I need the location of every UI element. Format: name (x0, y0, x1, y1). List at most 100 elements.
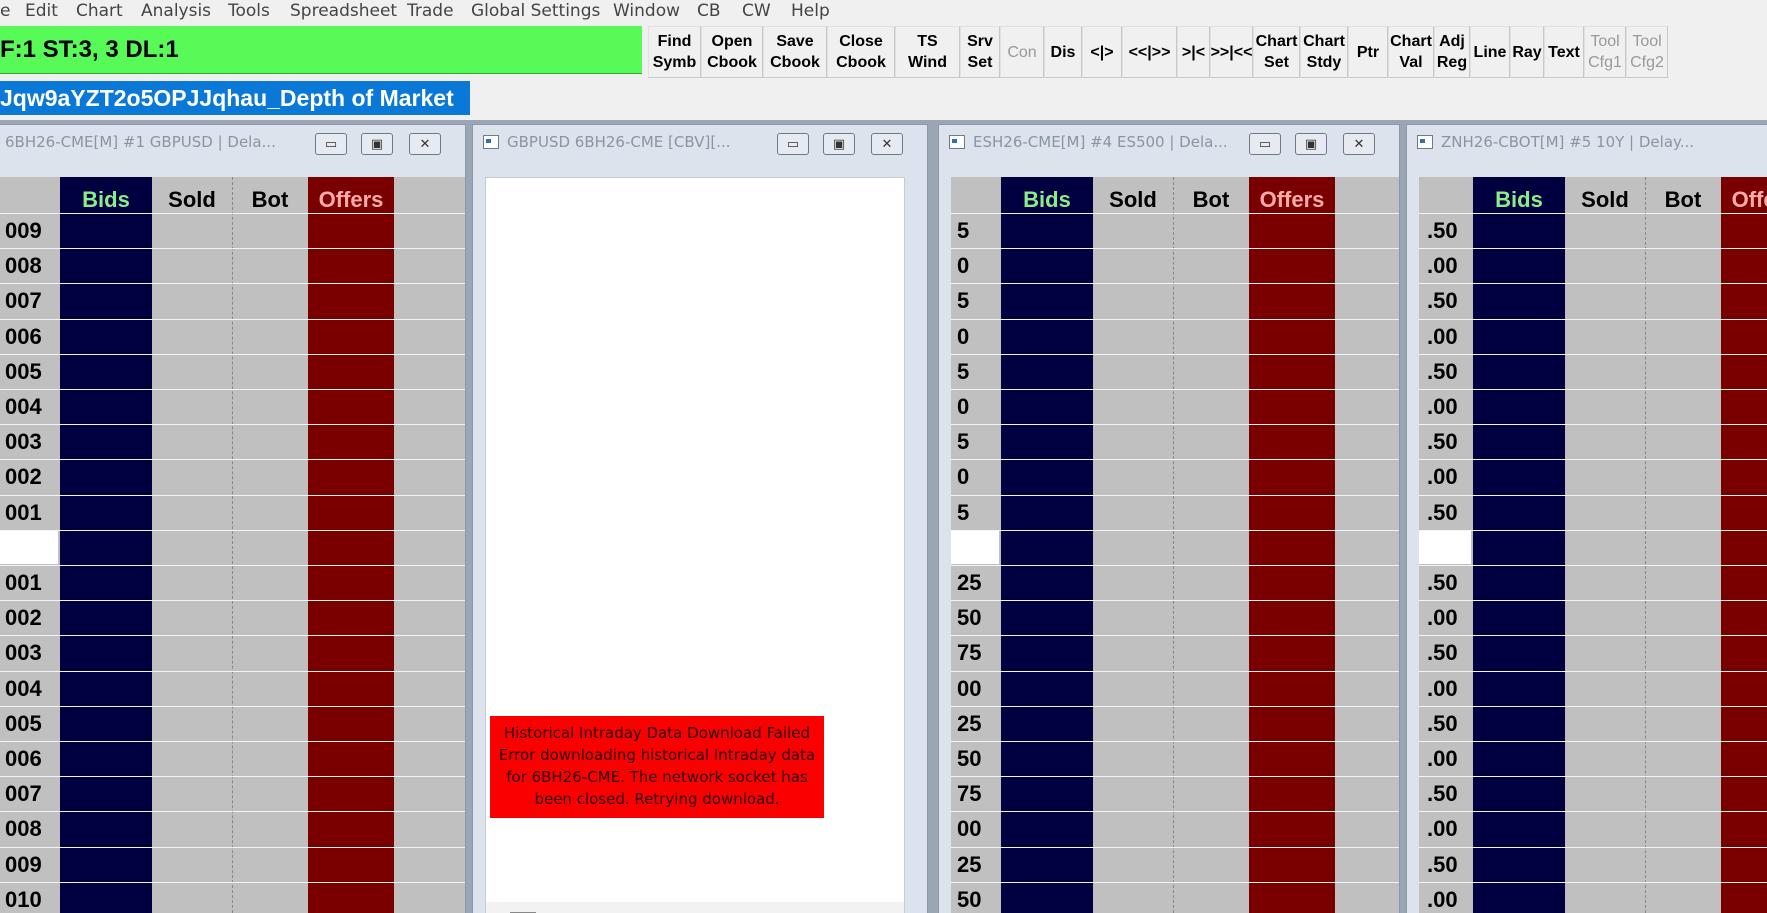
minimize-icon[interactable]: ▭ (777, 133, 809, 155)
menu-cb[interactable]: CB (697, 0, 721, 22)
toolbar-button-open-cbook[interactable]: Open Cbook (701, 26, 763, 78)
row-divider (0, 705, 465, 707)
offers-column[interactable] (308, 177, 394, 913)
row-divider (1419, 705, 1767, 707)
toolbar-button-find-symb[interactable]: Find Symb (648, 26, 701, 78)
toolbar-button-chart-set[interactable]: Chart Set (1253, 26, 1300, 78)
window-3[interactable]: ESH26-CME[M] #4 ES500 | Dela... ▭ ▣ ✕ Bids So… (938, 124, 1400, 913)
offers-column[interactable] (1721, 177, 1767, 913)
bids-column[interactable] (1473, 177, 1565, 913)
dom-header-bot: Bot (1664, 187, 1702, 212)
chartbook-tab[interactable]: Jqw9aYZT2o5OPJJqhau_Depth of Market (0, 81, 470, 115)
chart-area[interactable]: Historical Intraday Data Download Failed… (485, 177, 905, 913)
error-message: Historical Intraday Data Download Failed… (490, 716, 824, 818)
bids-column[interactable] (1001, 177, 1093, 913)
toolbar-button-srv-set[interactable]: Srv Set (960, 26, 1000, 78)
toolbar-button-con[interactable]: Con (1000, 26, 1044, 78)
menu-tools[interactable]: Tools (228, 0, 270, 22)
close-icon[interactable]: ✕ (409, 133, 441, 155)
toolbar-button-nav-9[interactable]: <<|>> (1122, 26, 1177, 78)
row-divider (951, 776, 1399, 778)
price-cell: 001 (5, 570, 42, 595)
dom-header-offers: Offers (1731, 187, 1767, 212)
toolbar-button-ray[interactable]: Ray (1510, 26, 1544, 78)
toolbar-button-tool-cfg2[interactable]: Tool Cfg2 (1626, 26, 1668, 78)
row-divider (0, 424, 465, 426)
price-cell: 009 (5, 851, 42, 877)
maximize-icon[interactable]: ▣ (361, 133, 393, 155)
window-4[interactable]: ZNH26-CBOT[M] #5 10Y | Delay...▭▣✕ Bids So… (1406, 124, 1767, 913)
price-cell: .50 (1427, 851, 1458, 877)
toolbar-button-chart-val[interactable]: Chart Val (1388, 26, 1434, 78)
toolbar-button-ts-wind[interactable]: TS Wind (895, 26, 960, 78)
sold-bot-separator (232, 177, 233, 913)
menu-global-settings[interactable]: Global Settings (471, 0, 600, 22)
window-1[interactable]: 6BH26-CME[M] #1 GBPUSD | Dela... ▭ ▣ ✕ Bids S… (0, 124, 466, 913)
price-cell: 004 (5, 394, 42, 419)
menu-trade[interactable]: Trade (407, 0, 454, 22)
row-divider (1419, 741, 1767, 742)
menu-edit[interactable]: Edit (25, 0, 58, 22)
window-titlebar[interactable]: GBPUSD 6BH26-CME [CBV][... ▭ ▣ ✕ (473, 125, 927, 159)
toolbar-button-tool-cfg1[interactable]: Tool Cfg1 (1584, 26, 1626, 78)
row-divider (951, 811, 1399, 813)
menu-cw[interactable]: CW (742, 0, 771, 22)
close-icon[interactable]: ✕ (1343, 133, 1375, 155)
row-divider (0, 811, 465, 813)
toolbar-button-chart-stdy[interactable]: Chart Stdy (1300, 26, 1348, 78)
dom-header-bot: Bot (1192, 187, 1230, 212)
window-titlebar[interactable]: 6BH26-CME[M] #1 GBPUSD | Dela... ▭ ▣ ✕ (0, 125, 465, 159)
maximize-icon[interactable]: ▣ (1295, 133, 1327, 155)
toolbar-button-nav-10[interactable]: >|< (1177, 26, 1210, 78)
price-cell: 5 (957, 218, 970, 243)
window-2[interactable]: GBPUSD 6BH26-CME [CBV][... ▭ ▣ ✕ Historical … (472, 124, 928, 913)
row-divider (1419, 494, 1767, 496)
toolbar-button-nav-11[interactable]: >>|<< (1210, 26, 1253, 78)
toolbar-button-nav-8[interactable]: <|> (1082, 26, 1122, 78)
toolbar-button-save-cbook[interactable]: Save Cbook (763, 26, 827, 78)
minimize-icon[interactable]: ▭ (315, 133, 347, 155)
price-cell: 00 (957, 675, 982, 701)
menu-analysis[interactable]: Analysis (141, 0, 211, 22)
maximize-icon[interactable]: ▣ (823, 133, 855, 155)
menu-e[interactable]: e (0, 0, 10, 22)
price-cell: 50 (957, 886, 982, 912)
bids-column[interactable] (60, 177, 152, 913)
row-divider (951, 600, 1399, 602)
row-divider (0, 389, 465, 390)
menu-window[interactable]: Window (613, 0, 680, 22)
window-titlebar[interactable]: ESH26-CME[M] #4 ES500 | Dela... ▭ ▣ ✕ (939, 125, 1399, 159)
toolbar-button-text[interactable]: Text (1544, 26, 1584, 78)
row-divider (951, 424, 1399, 426)
toolbar-button-close-cbook[interactable]: Close Cbook (827, 26, 895, 78)
menu-help[interactable]: Help (791, 0, 830, 22)
offers-column[interactable] (1249, 177, 1335, 913)
price-cell: 009 (5, 218, 42, 243)
row-divider (951, 741, 1399, 742)
menu-spreadsheet[interactable]: Spreadsheet (290, 0, 397, 22)
row-divider (951, 705, 1399, 707)
toolbar-button-line[interactable]: Line (1470, 26, 1510, 78)
price-cell: .50 (1427, 781, 1458, 807)
price-cell: 008 (5, 816, 42, 842)
window-app-icon (949, 135, 965, 149)
close-icon[interactable]: ✕ (871, 133, 903, 155)
toolbar-button-ptr[interactable]: Ptr (1348, 26, 1388, 78)
price-cell: 25 (957, 570, 982, 595)
price-cell: 5 (957, 429, 970, 455)
row-divider (951, 318, 1399, 320)
minimize-icon[interactable]: ▭ (1249, 133, 1281, 155)
price-cell: 75 (957, 640, 982, 666)
price-cell: .00 (1427, 605, 1458, 631)
menu-chart[interactable]: Chart (76, 0, 123, 22)
toolbar-button-dis[interactable]: Dis (1044, 26, 1082, 78)
price-cell: .00 (1427, 886, 1458, 912)
depth-of-market: Bids Sold Bot Offers 5 0 5 0 5 0 5 0 5 25 50 75 00 25 50 75… (951, 177, 1399, 913)
window-titlebar[interactable]: ZNH26-CBOT[M] #5 10Y | Delay...▭▣✕ (1407, 125, 1767, 159)
price-cell: .50 (1427, 288, 1458, 314)
window-title: ZNH26-CBOT[M] #5 10Y | Delay... (1441, 133, 1695, 151)
toolbar-button-adj-reg[interactable]: Adj Reg (1434, 26, 1470, 78)
row-divider (951, 459, 1399, 461)
price-cell: .50 (1427, 429, 1458, 455)
chart-scrollbar[interactable] (486, 902, 904, 913)
